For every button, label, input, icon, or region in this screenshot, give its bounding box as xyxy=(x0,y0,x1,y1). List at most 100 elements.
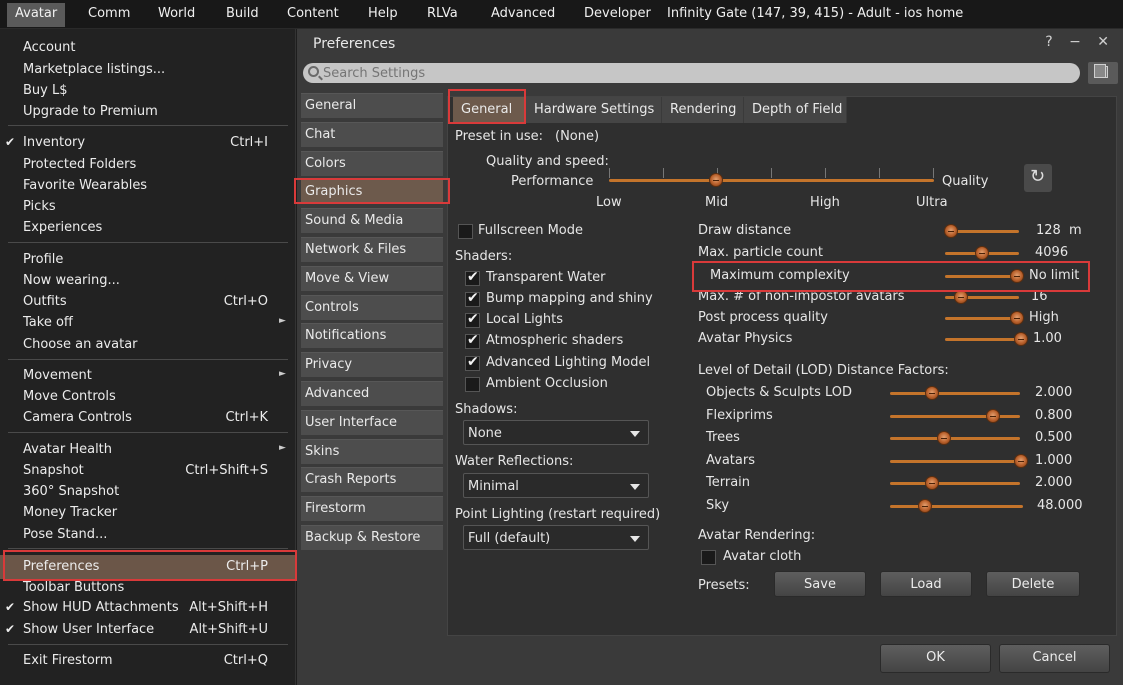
lod-objects-track[interactable] xyxy=(890,392,1020,395)
lod-flexiprims-knob[interactable] xyxy=(985,409,1000,423)
preset-delete-button[interactable]: Delete xyxy=(986,571,1080,597)
menu-advanced[interactable]: Advanced xyxy=(491,6,555,21)
lod-avatars-track[interactable] xyxy=(890,460,1023,463)
menu-item-inventory[interactable]: ✔ Inventory Ctrl+I xyxy=(0,133,296,153)
draw-distance-knob[interactable] xyxy=(944,224,959,238)
menu-item-favorite-wearables[interactable]: Favorite Wearables xyxy=(0,176,296,196)
menu-help[interactable]: Help xyxy=(368,6,398,21)
menu-world[interactable]: World xyxy=(158,6,195,21)
fullscreen-checkbox[interactable] xyxy=(458,224,473,239)
shadows-dropdown[interactable]: None xyxy=(463,420,649,445)
ok-button[interactable]: OK xyxy=(880,644,991,673)
menu-item-snapshot[interactable]: Snapshot Ctrl+Shift+S xyxy=(0,461,296,481)
menu-avatar[interactable]: Avatar xyxy=(7,3,66,27)
post-process-track[interactable] xyxy=(945,317,1019,320)
category-controls[interactable]: Controls xyxy=(301,295,443,320)
lod-terrain-knob[interactable] xyxy=(925,476,940,490)
quality-slider-knob[interactable] xyxy=(708,173,723,187)
menu-item-marketplace[interactable]: Marketplace listings... xyxy=(0,60,296,80)
category-user-interface[interactable]: User Interface xyxy=(301,410,443,435)
category-firestorm[interactable]: Firestorm xyxy=(301,496,443,521)
lod-trees-track[interactable] xyxy=(890,437,1020,440)
lod-terrain-track[interactable] xyxy=(890,482,1020,485)
ambient-occlusion-checkbox[interactable] xyxy=(465,377,480,392)
lod-objects-knob[interactable] xyxy=(925,386,940,400)
menu-item-account[interactable]: Account xyxy=(0,38,296,58)
category-network-files[interactable]: Network & Files xyxy=(301,237,443,262)
category-privacy[interactable]: Privacy xyxy=(301,352,443,377)
refresh-button[interactable]: ↻ xyxy=(1024,164,1052,192)
tab-hardware-settings[interactable]: Hardware Settings xyxy=(526,97,662,123)
menu-item-movement[interactable]: Movement ► xyxy=(0,366,296,386)
menu-item-move-controls[interactable]: Move Controls xyxy=(0,387,296,407)
category-general[interactable]: General xyxy=(301,93,443,118)
menu-item-pose-stand[interactable]: Pose Stand... xyxy=(0,525,296,545)
menu-item-toolbar-buttons[interactable]: Toolbar Buttons xyxy=(0,578,296,598)
category-colors[interactable]: Colors xyxy=(301,151,443,176)
menu-item-protected-folders[interactable]: Protected Folders xyxy=(0,155,296,175)
preset-save-button[interactable]: Save xyxy=(774,571,866,597)
category-chat[interactable]: Chat xyxy=(301,122,443,147)
menu-item-money-tracker[interactable]: Money Tracker xyxy=(0,503,296,523)
tab-depth-of-field[interactable]: Depth of Field xyxy=(744,97,847,123)
avatar-cloth-checkbox[interactable] xyxy=(701,550,716,565)
cancel-button[interactable]: Cancel xyxy=(999,644,1110,673)
menu-build[interactable]: Build xyxy=(226,6,259,21)
water-reflections-dropdown[interactable]: Minimal xyxy=(463,473,649,498)
category-sound-media[interactable]: Sound & Media xyxy=(301,208,443,233)
lod-flexiprims-track[interactable] xyxy=(890,415,1020,418)
category-backup-restore[interactable]: Backup & Restore xyxy=(301,525,443,550)
menu-item-camera-controls[interactable]: Camera Controls Ctrl+K xyxy=(0,408,296,428)
atmospheric-shaders-checkbox[interactable] xyxy=(465,332,480,349)
menu-comm[interactable]: Comm xyxy=(88,6,130,21)
check-icon: ✔ xyxy=(5,600,16,614)
tab-rendering[interactable]: Rendering xyxy=(662,97,744,123)
menu-developer[interactable]: Developer xyxy=(584,6,651,21)
window-controls-icon[interactable]: ? − ✕ xyxy=(1045,34,1115,50)
lod-sky-track[interactable] xyxy=(890,505,1023,508)
menu-item-show-hud[interactable]: ✔ Show HUD Attachments Alt+Shift+H xyxy=(0,598,296,618)
menu-item-upgrade[interactable]: Upgrade to Premium xyxy=(0,102,296,122)
title-bar[interactable]: Preferences ? − ✕ xyxy=(297,29,1123,59)
local-lights-checkbox[interactable] xyxy=(465,311,480,328)
lod-trees-knob[interactable] xyxy=(936,431,951,445)
menu-item-experiences[interactable]: Experiences xyxy=(0,218,296,238)
point-lighting-dropdown[interactable]: Full (default) xyxy=(463,525,649,550)
lod-avatars-knob[interactable] xyxy=(1014,454,1028,468)
category-advanced[interactable]: Advanced xyxy=(301,381,443,406)
menu-item-exit[interactable]: Exit Firestorm Ctrl+Q xyxy=(0,651,296,671)
menu-item-buy-l[interactable]: Buy L$ xyxy=(0,81,296,101)
category-graphics[interactable]: Graphics xyxy=(301,179,443,204)
particle-count-knob[interactable] xyxy=(975,246,989,260)
search-input[interactable] xyxy=(323,64,1063,82)
menu-item-profile[interactable]: Profile xyxy=(0,250,296,270)
max-complexity-knob[interactable] xyxy=(1010,269,1024,283)
menu-item-avatar-health[interactable]: Avatar Health ► xyxy=(0,440,296,460)
menu-item-show-ui[interactable]: ✔ Show User Interface Alt+Shift+U xyxy=(0,620,296,640)
menu-item-picks[interactable]: Picks xyxy=(0,197,296,217)
post-process-knob[interactable] xyxy=(1010,311,1024,325)
menu-content[interactable]: Content xyxy=(287,6,339,21)
category-notifications[interactable]: Notifications xyxy=(301,323,443,348)
category-skins[interactable]: Skins xyxy=(301,439,443,464)
menu-rlva[interactable]: RLVa xyxy=(427,6,458,21)
lod-sky-knob[interactable] xyxy=(918,499,933,513)
menu-item-take-off[interactable]: Take off ► xyxy=(0,313,296,333)
category-crash-reports[interactable]: Crash Reports xyxy=(301,467,443,492)
menu-item-preferences[interactable]: Preferences Ctrl+P xyxy=(0,555,296,579)
max-complexity-track[interactable] xyxy=(945,275,1019,278)
tab-general[interactable]: General xyxy=(453,97,525,123)
menu-item-360-snapshot[interactable]: 360° Snapshot xyxy=(0,482,296,502)
avatar-physics-track[interactable] xyxy=(945,338,1023,341)
menu-item-choose-avatar[interactable]: Choose an avatar xyxy=(0,335,296,355)
preset-load-button[interactable]: Load xyxy=(880,571,972,597)
copy-button[interactable] xyxy=(1088,62,1118,84)
menu-item-outfits[interactable]: Outfits Ctrl+O xyxy=(0,292,296,312)
non-impostor-knob[interactable] xyxy=(954,290,968,304)
menu-item-now-wearing[interactable]: Now wearing... xyxy=(0,271,296,291)
bump-mapping-checkbox[interactable] xyxy=(465,290,480,307)
category-move-view[interactable]: Move & View xyxy=(301,266,443,291)
avatar-physics-knob[interactable] xyxy=(1014,332,1028,346)
transparent-water-checkbox[interactable] xyxy=(465,269,480,286)
advanced-lighting-checkbox[interactable] xyxy=(465,354,480,371)
